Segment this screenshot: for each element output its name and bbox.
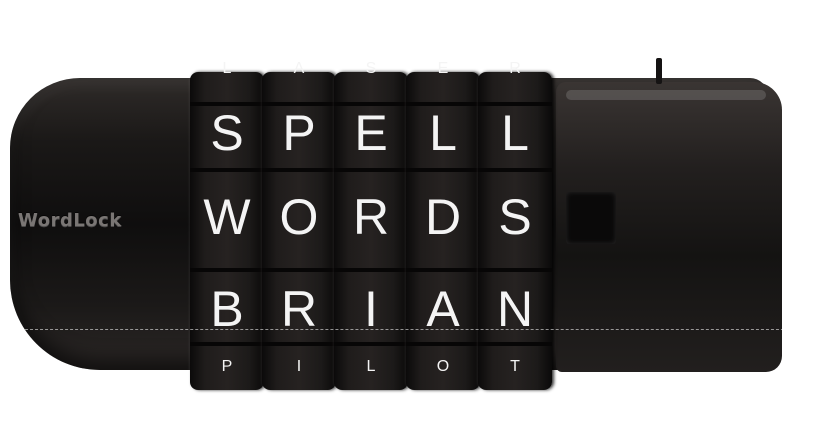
dial-3-gap [334,168,408,172]
dashed-divider [0,329,824,330]
brand-logo: WordLock [18,210,122,231]
dial-2-row1-letter: P [282,105,316,161]
dial-2-gap [262,168,336,172]
wordlock-photo: WordLock L S W B P A P O R I S E R I L E… [0,0,824,446]
dial-4[interactable]: E L D A O [406,60,480,390]
dial-2-gap [262,268,336,272]
dial-5-gap [478,168,552,172]
dial-3-row1-letter: E [354,105,388,161]
dial-4-top-letter: E [437,60,449,77]
dial-4-gap [406,342,480,346]
dial-3-top-letter: S [365,60,377,77]
dial-3-gap [334,342,408,346]
dial-1[interactable]: L S W B P [190,60,264,390]
dial-1-top-letter: L [222,60,232,77]
dial-2-gap [262,342,336,346]
dial-1-row2-letter: W [203,189,251,245]
dial-2-top-letter: A [293,60,305,77]
shackle-slot [566,192,616,244]
dial-4-gap [406,168,480,172]
dial-5-gap [478,268,552,272]
dial-4-row3-letter: A [426,281,460,337]
dial-5[interactable]: R L S N T [478,60,552,390]
dial-2-bottom-letter: I [296,358,302,375]
dial-2[interactable]: A P O R I [262,60,336,390]
dial-1-bottom-letter: P [221,358,233,375]
dial-4-row2-letter: D [424,189,462,245]
dial-1-row1-letter: S [210,105,244,161]
dial-4-row1-letter: L [429,105,457,161]
dial-2-row3-letter: R [280,281,318,337]
dial-1-gap [190,342,264,346]
cap-highlight [566,90,766,100]
dial-5-top-letter: R [509,60,521,77]
dial-5-row3-letter: N [496,281,534,337]
dial-5-row1-letter: L [501,105,529,161]
release-pin [656,58,662,84]
dial-5-bottom-letter: T [510,358,520,375]
dial-1-row3-letter: B [210,281,244,337]
dial-3-row3-letter: I [364,281,378,337]
dial-5-gap [478,342,552,346]
dial-3-bottom-letter: L [366,358,376,375]
dial-4-gap [406,268,480,272]
dial-3-row2-letter: R [352,189,390,245]
dial-2-row2-letter: O [279,189,319,245]
dial-4-bottom-letter: O [436,358,450,375]
dial-1-gap [190,168,264,172]
dial-3-gap [334,268,408,272]
dial-5-row2-letter: S [498,189,532,245]
dial-1-gap [190,268,264,272]
dial-3[interactable]: S E R I L [334,60,408,390]
